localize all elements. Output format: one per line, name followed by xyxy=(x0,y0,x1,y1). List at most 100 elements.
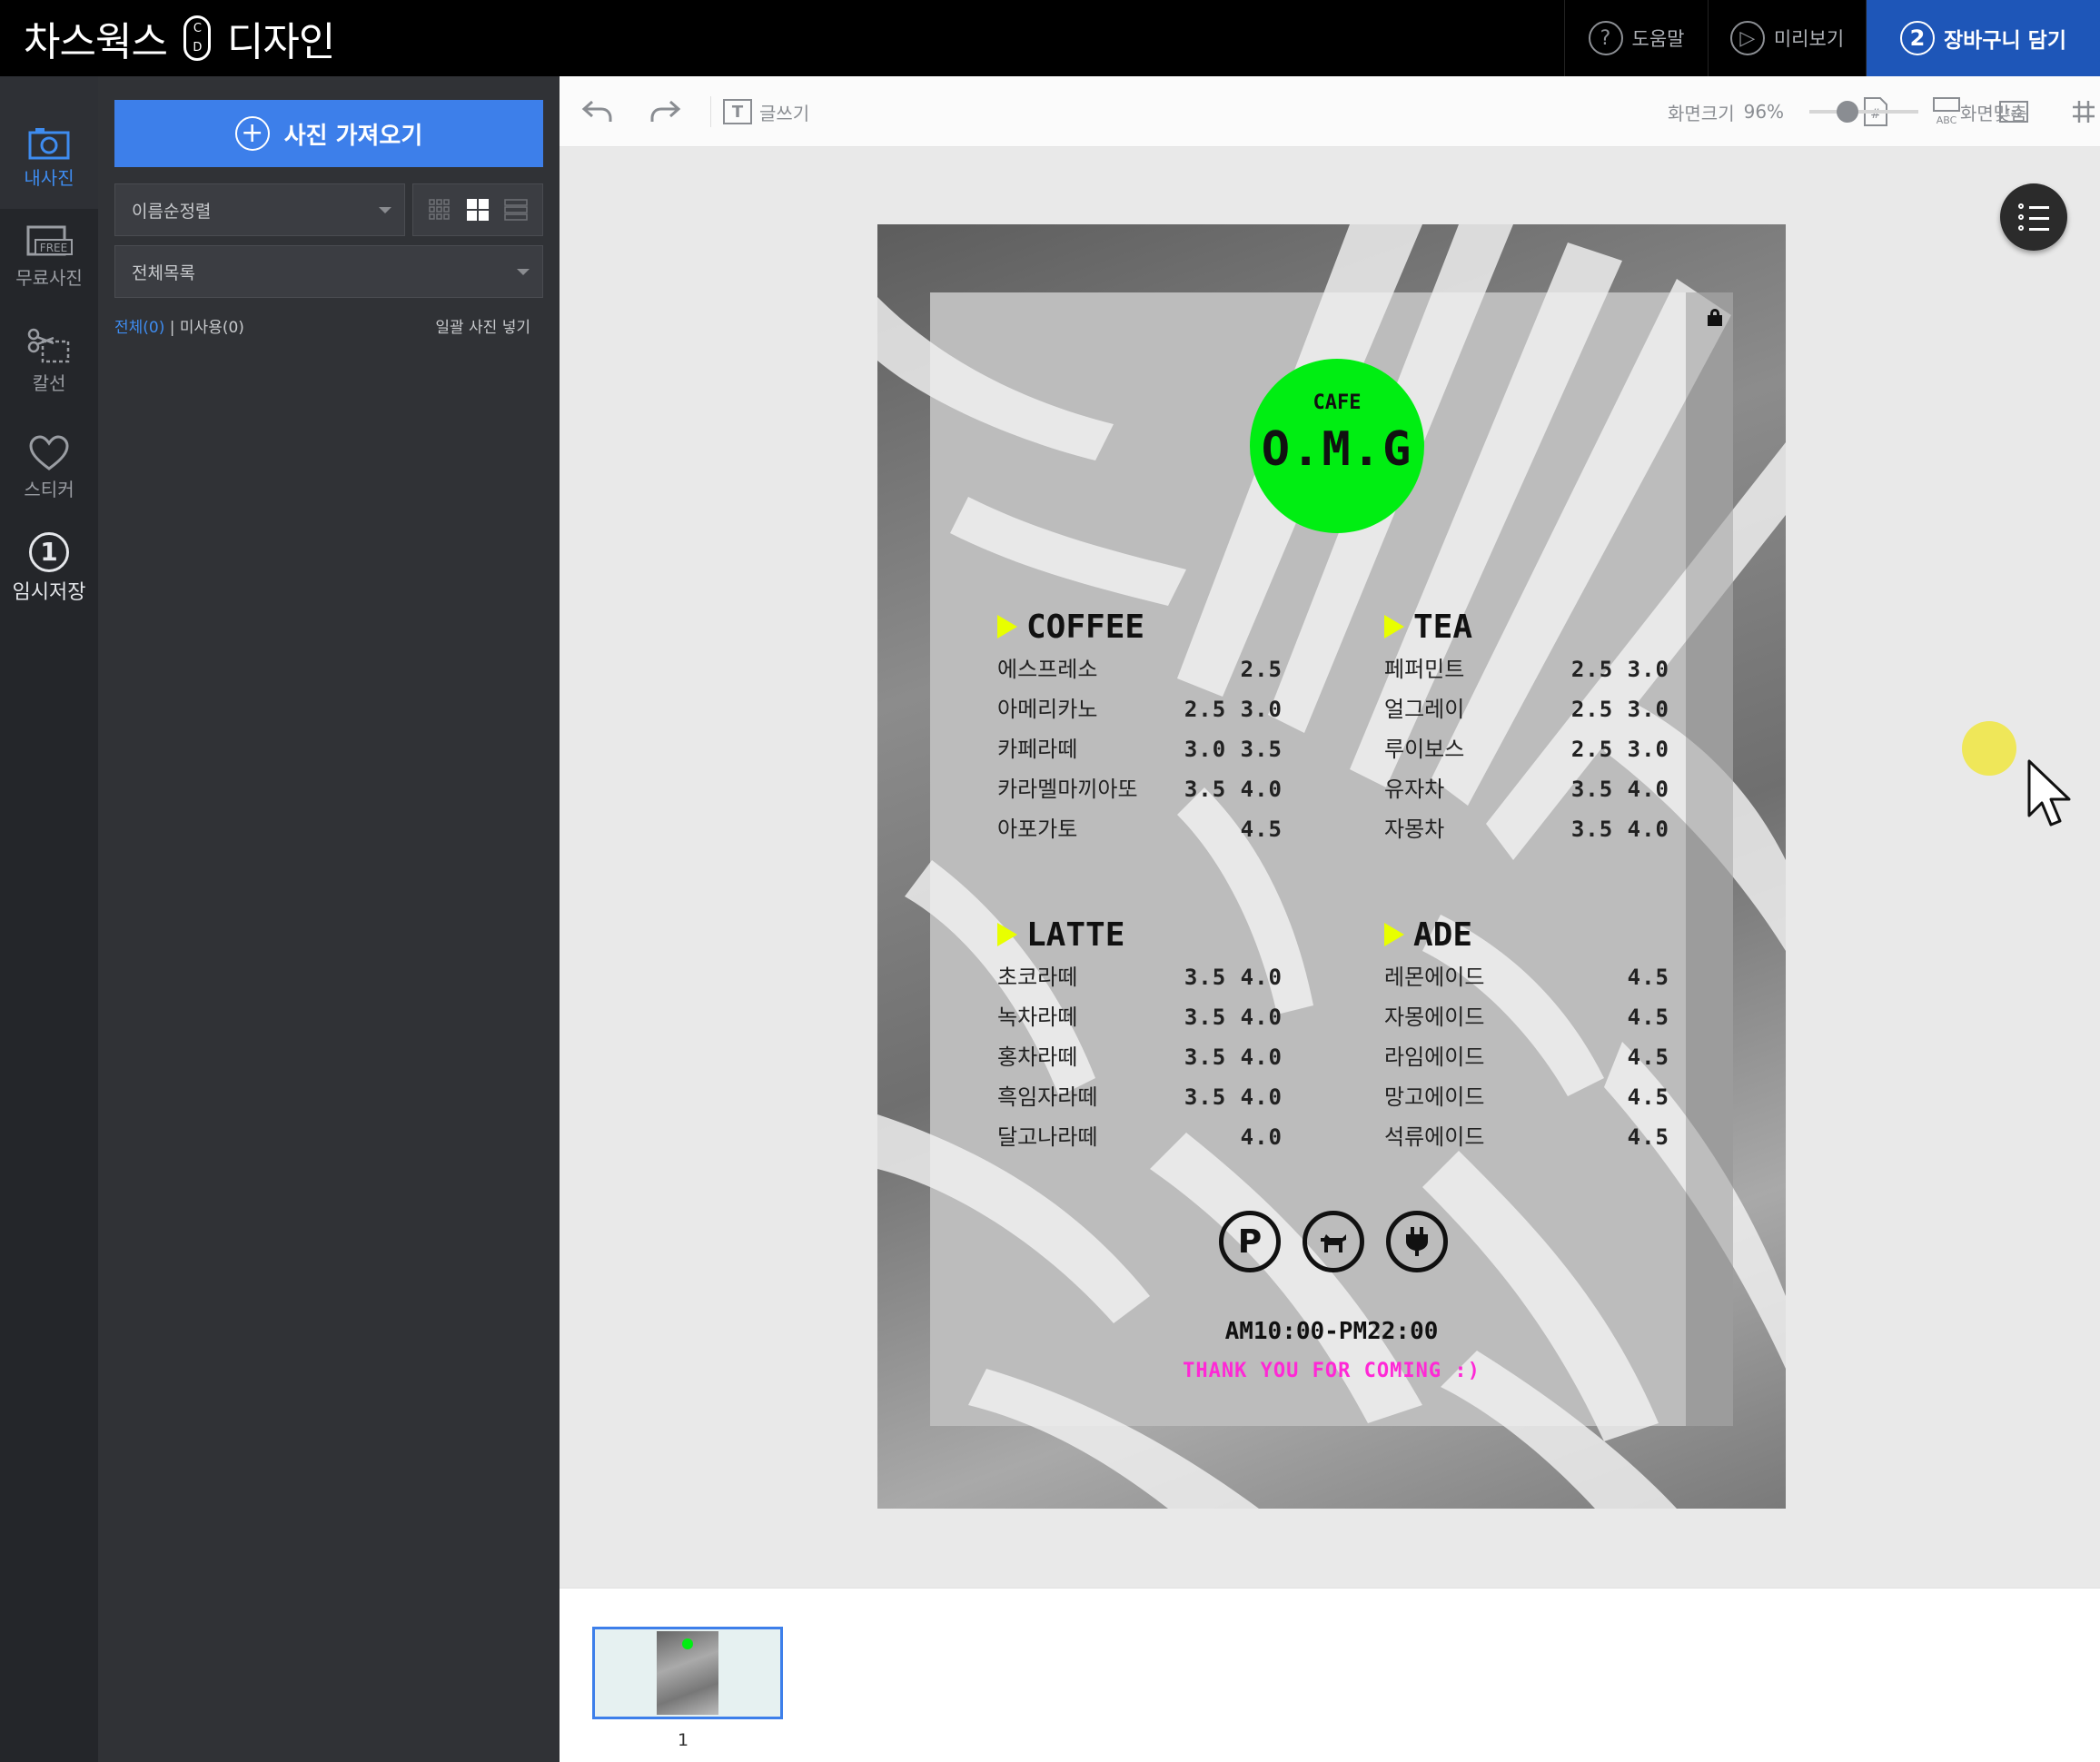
camera-icon xyxy=(28,128,70,160)
fit-to-screen-button[interactable]: 화면맞춤 xyxy=(1960,76,2027,147)
menu-item: 레몬에이드 4.5 xyxy=(1384,957,1669,997)
menu-section-latte[interactable]: LATTE 초코라떼 3.5 4.0 녹차라떼 3.5 4.0 홍차라떼 3.5 4.… xyxy=(997,912,1283,1157)
item-name: 에스프레소 xyxy=(997,657,1098,682)
text-icon: T xyxy=(723,99,752,124)
zoom-control: 화면크기 96% xyxy=(1668,76,1784,147)
item-name: 카페라떼 xyxy=(997,737,1078,762)
grid-icon xyxy=(2073,101,2095,123)
triangle-bullet-icon xyxy=(997,923,1017,946)
redo-icon xyxy=(650,100,681,122)
folder-value: 전체목록 xyxy=(132,262,195,283)
menu-item: 라임에이드 4.5 xyxy=(1384,1037,1669,1077)
menu-item: 에스프레소 2.5 xyxy=(997,649,1283,689)
zoom-slider-handle[interactable] xyxy=(1837,101,1858,123)
plug-glyph xyxy=(1406,1227,1428,1256)
plug-icon[interactable] xyxy=(1386,1211,1448,1272)
item-name: 레몬에이드 xyxy=(1384,965,1485,990)
item-price: 3.5 4.0 xyxy=(1184,1044,1283,1070)
menu-item: 카페라떼 3.0 3.5 xyxy=(997,729,1283,769)
help-button[interactable]: ? 도움말 xyxy=(1564,0,1708,76)
item-name: 아메리카노 xyxy=(997,697,1098,722)
lock-icon[interactable] xyxy=(1706,308,1724,326)
filter-unused-link[interactable]: 미사용(0) xyxy=(180,319,244,337)
filter-all-link[interactable]: 전체(0) xyxy=(114,319,164,337)
item-price: 4.5 xyxy=(1627,1084,1669,1110)
play-icon: ▷ xyxy=(1729,21,1765,55)
layer-menu-button[interactable] xyxy=(2000,183,2067,251)
dog-glyph xyxy=(1321,1234,1346,1252)
grid-toggle-button[interactable] xyxy=(2071,76,2096,147)
menu-item: 초코라떼 3.5 4.0 xyxy=(997,957,1283,997)
rail-item-sticker[interactable]: 스티커 xyxy=(0,435,98,526)
opening-hours-text[interactable]: AM10:00-PM22:00 xyxy=(877,1318,1786,1345)
view-mode-switch xyxy=(412,183,543,236)
redo-button[interactable] xyxy=(649,76,681,147)
rail-label: 스티커 xyxy=(24,479,74,500)
undo-button[interactable] xyxy=(581,76,614,147)
cd-logo-icon: C D xyxy=(183,15,211,61)
menu-section-coffee[interactable]: COFFEE 에스프레소 2.5 아메리카노 2.5 3.0 카페라떼 3.0 3.5… xyxy=(997,604,1283,849)
scissors-icon xyxy=(27,328,70,363)
rail-item-temp-save[interactable]: 1 임시저장 xyxy=(0,532,98,623)
menu-item: 흑임자라떼 3.5 4.0 xyxy=(997,1077,1283,1117)
sort-value: 이름순정렬 xyxy=(132,201,212,222)
plus-icon: + xyxy=(234,116,270,151)
text-label: 글쓰기 xyxy=(759,102,810,124)
menu-item: 카라멜마끼아또 3.5 4.0 xyxy=(997,769,1283,809)
heart-icon xyxy=(29,435,69,470)
brand-right-text: 디자인 xyxy=(226,19,335,65)
triangle-bullet-icon xyxy=(1384,923,1404,946)
add-to-cart-button[interactable]: 2 장바구니 담기 xyxy=(1866,0,2100,76)
large-grid-view-icon[interactable] xyxy=(466,198,490,222)
preview-button[interactable]: ▷ 미리보기 xyxy=(1708,0,1866,76)
free-photo-icon: FREE xyxy=(26,225,73,256)
rail-item-free-photos[interactable]: FREE 무료사진 xyxy=(0,222,98,312)
small-grid-view-icon[interactable] xyxy=(428,198,451,222)
folder-select[interactable]: 전체목록 xyxy=(114,245,543,298)
list-view-icon[interactable] xyxy=(504,198,528,222)
chevron-down-icon xyxy=(379,207,391,213)
menu-section-ade[interactable]: ADE 레몬에이드 4.5 자몽에이드 4.5 라임에이드 4.5 망고에이드 4.5 … xyxy=(1384,912,1669,1157)
sort-select[interactable]: 이름순정렬 xyxy=(114,183,405,236)
rail-item-cut-line[interactable]: 칼선 xyxy=(0,327,98,418)
menu-line xyxy=(2029,228,2049,231)
svg-text:FREE: FREE xyxy=(40,242,67,254)
menu-item: 석류에이드 4.5 xyxy=(1384,1117,1669,1157)
help-label: 도움말 xyxy=(1631,28,1685,50)
menu-poster-design[interactable]: CAFE O.M.G COFFEE 에스프레소 2.5 아메리카노 2.5 3.0 … xyxy=(877,224,1786,1509)
text-style-button[interactable]: ABC xyxy=(1931,76,1962,147)
cafe-logo-badge[interactable]: CAFE O.M.G xyxy=(1250,359,1424,533)
item-name: 페퍼민트 xyxy=(1384,657,1465,682)
chevron-down-icon xyxy=(517,269,530,275)
page-thumbnail[interactable] xyxy=(592,1627,783,1719)
item-price: 3.5 4.0 xyxy=(1570,817,1669,842)
item-name: 루이보스 xyxy=(1384,737,1465,762)
item-name: 유자차 xyxy=(1384,777,1445,802)
item-name: 자몽차 xyxy=(1384,817,1445,842)
item-price: 2.5 3.0 xyxy=(1570,657,1669,682)
parking-icon[interactable]: P xyxy=(1219,1211,1281,1272)
item-price: 2.5 3.0 xyxy=(1184,697,1283,722)
import-photo-button[interactable]: + 사진 가져오기 xyxy=(114,100,543,167)
bulk-insert-link[interactable]: 일괄 사진 넣기 xyxy=(435,314,530,337)
rail-label: 무료사진 xyxy=(15,267,83,289)
add-text-button[interactable]: T 글쓰기 xyxy=(723,76,809,147)
photo-panel: + 사진 가져오기 이름순정렬 전체목록 전체(0) | 미사용(0) 일괄 사… xyxy=(98,76,560,1762)
item-price: 4.0 xyxy=(1240,1124,1283,1150)
item-price: 3.5 4.0 xyxy=(1184,965,1283,990)
page-number-label: 1 xyxy=(678,1730,689,1750)
section-title: COFFEE xyxy=(1026,608,1145,646)
toolbar-divider xyxy=(710,96,711,127)
rail-label: 임시저장 xyxy=(12,581,86,604)
item-price: 4.5 xyxy=(1627,965,1669,990)
rail-item-my-photos[interactable]: 내사진 xyxy=(0,76,98,209)
editor-toolbar: T 글쓰기 # ABC 123 화면크기 96% 화면맞춤 xyxy=(560,76,2100,147)
rail-label: 내사진 xyxy=(24,167,74,189)
thumbnail-logo-dot xyxy=(682,1638,693,1649)
item-name: 홍차라떼 xyxy=(997,1044,1078,1070)
pet-icon[interactable] xyxy=(1303,1211,1364,1272)
zoom-slider-track[interactable] xyxy=(1809,110,1918,114)
thank-you-text[interactable]: THANK YOU FOR COMING :) xyxy=(877,1360,1786,1382)
section-title: LATTE xyxy=(1026,916,1125,954)
menu-section-tea[interactable]: TEA 페퍼민트 2.5 3.0 얼그레이 2.5 3.0 루이보스 2.5 3.0 … xyxy=(1384,604,1669,849)
